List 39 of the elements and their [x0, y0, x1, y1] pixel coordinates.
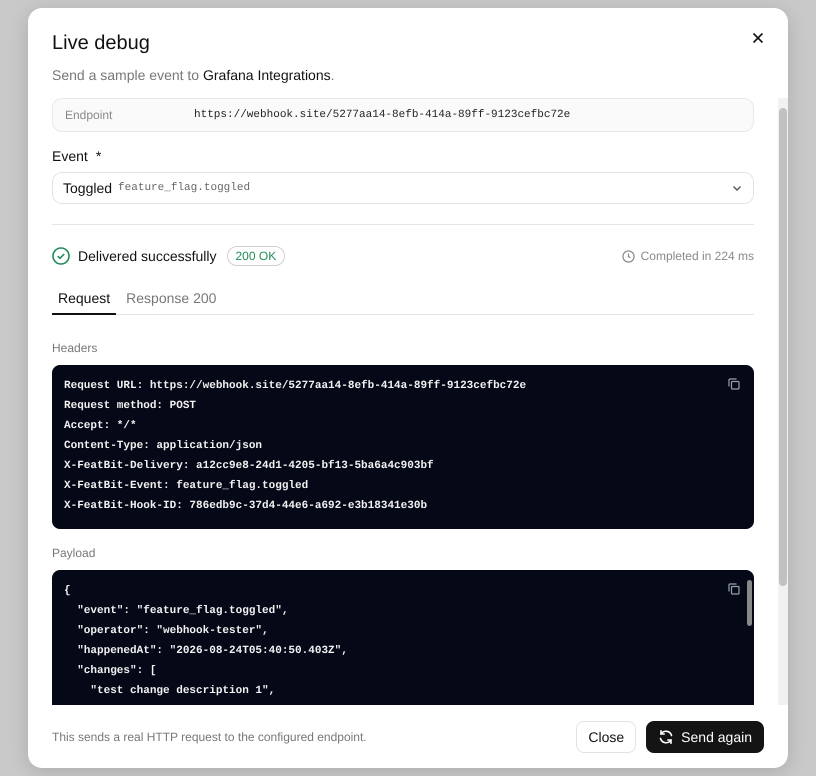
- duration-text: Completed in 224 ms: [640, 249, 754, 263]
- endpoint-label: Endpoint: [65, 108, 114, 122]
- event-name: Toggled: [63, 180, 112, 196]
- code-line: Accept: */*: [64, 419, 137, 434]
- copy-icon[interactable]: [728, 583, 740, 595]
- copy-icon[interactable]: [728, 378, 740, 390]
- code-line: X-FeatBit-Delivery: a12cc9e8-24d1-4205-bf13-5ba6a4c903bf: [64, 458, 434, 474]
- section-label: Payload: [52, 545, 96, 562]
- footer-note: This sends a real HTTP request to the configured endpoint.: [52, 730, 368, 744]
- code-line: "changes": [: [76, 664, 156, 679]
- tab[interactable]: Request: [52, 283, 116, 315]
- event-label: Event: [52, 147, 88, 166]
- close-button[interactable]: Close: [576, 720, 636, 752]
- code-line: "test change description 1",: [89, 684, 276, 699]
- event-code: feature_flag.toggled: [118, 182, 252, 194]
- code-line: "event": "feature_flag.toggled",: [76, 604, 288, 619]
- code-line: {: [64, 584, 71, 599]
- required-mark: *: [96, 147, 102, 166]
- endpoint-url: https://webhook.site/5277aa14-8efb-414a-89ff-9123cefbc72e: [194, 109, 570, 121]
- status-badge: 200 OK: [226, 246, 286, 266]
- refresh-icon: [658, 728, 674, 744]
- status-text: Delivered successfully: [78, 248, 216, 264]
- code-line: "operator": "webhook-tester",: [76, 624, 269, 639]
- dialog-subtitle: Send a sample event to Grafana Integrations.: [52, 66, 336, 85]
- close-icon[interactable]: [750, 30, 766, 46]
- clock-icon: [622, 250, 635, 262]
- dialog-title: Live debug: [52, 31, 150, 56]
- scrollbar-thumb[interactable]: [747, 580, 752, 626]
- section-label: Headers: [52, 340, 98, 357]
- code-line: X-FeatBit-Event: feature_flag.toggled: [64, 478, 308, 494]
- code-line: X-FeatBit-Hook-ID: 786edb9c-37d4-44e6-a692-e3b18341e30b: [64, 499, 428, 514]
- send-again-button[interactable]: Send again: [646, 720, 764, 752]
- code-line: Request URL: https://webhook.site/5277aa14-8efb-414a-89ff-9123cefbc72e: [64, 378, 526, 394]
- code-line: "happenedAt": "2026-08-24T05:40:50.403Z",: [76, 644, 348, 659]
- code-line: Request method: POST: [64, 399, 196, 414]
- event-select[interactable]: Toggled feature_flag.toggled: [52, 172, 754, 204]
- scrollbar[interactable]: [778, 98, 788, 705]
- tab[interactable]: Response 200: [120, 283, 222, 315]
- code-line: Content-Type: application/json: [64, 439, 262, 454]
